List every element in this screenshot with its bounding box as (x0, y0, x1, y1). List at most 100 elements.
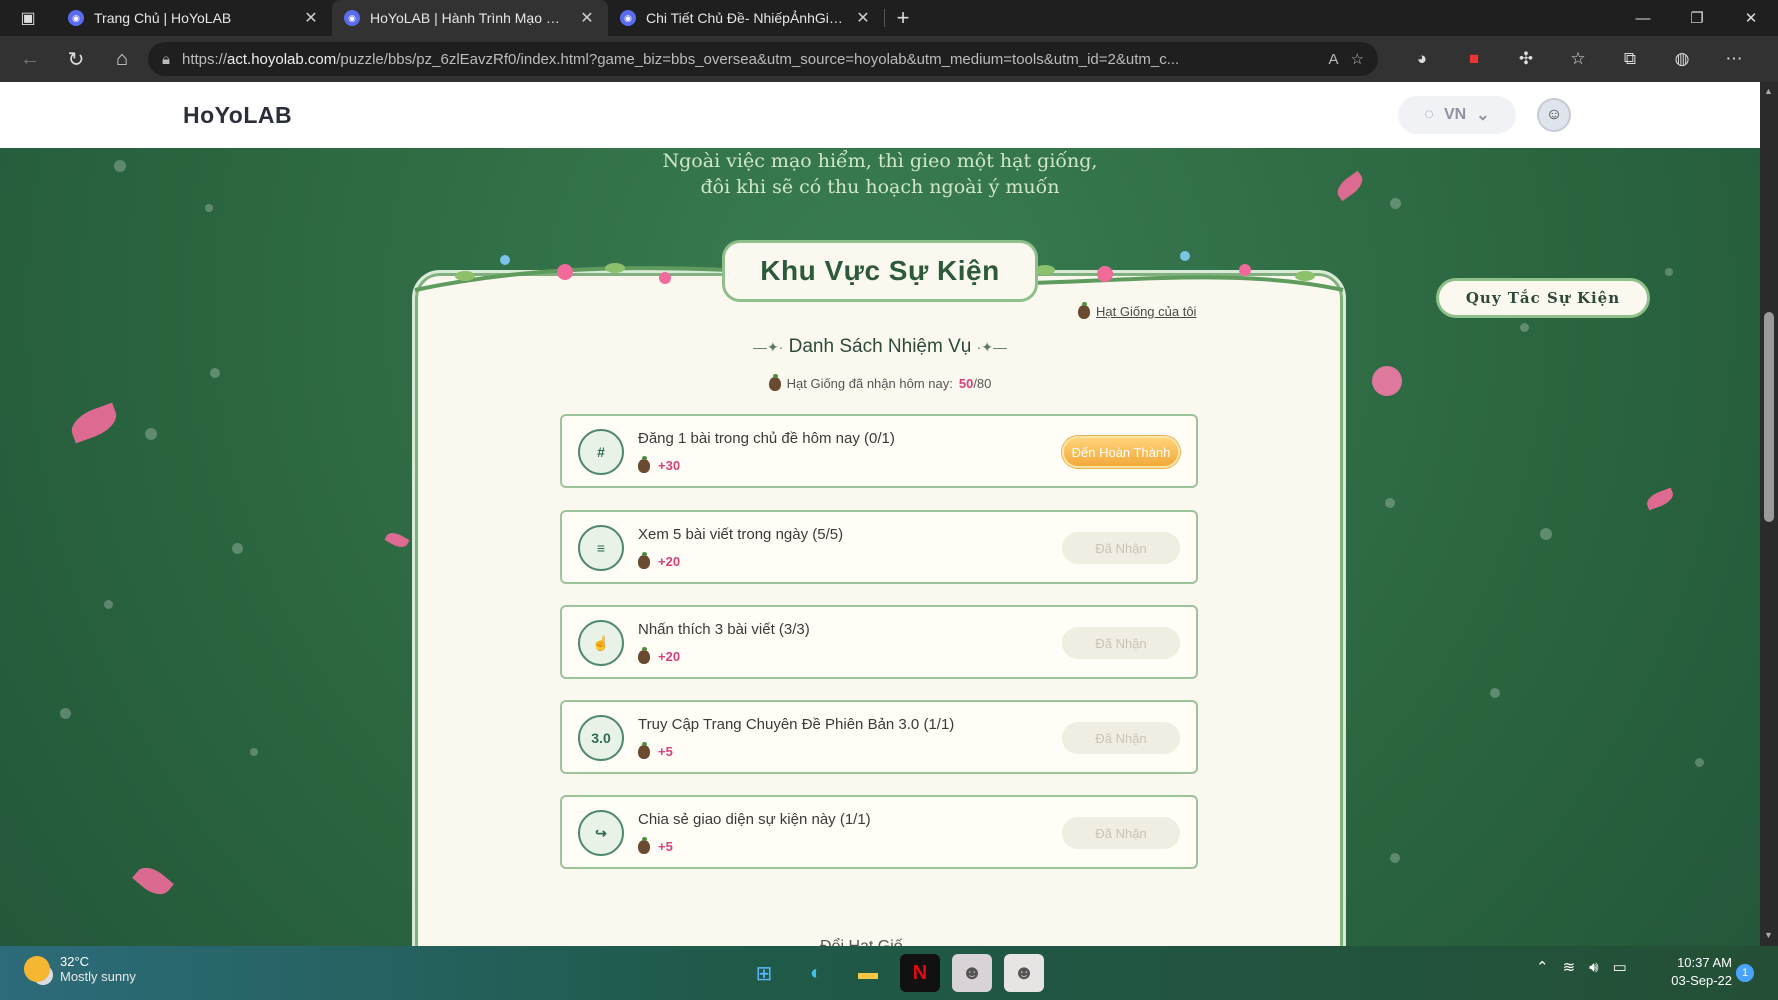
event-page: Ngoài việc mạo hiểm, thì gieo một hạt gi… (0, 148, 1760, 946)
hoyolab-favicon-icon: ◉ (620, 10, 636, 26)
minimize-icon[interactable]: — (1616, 0, 1670, 36)
tab-hanh-trinh[interactable]: ◉ HoYoLAB | Hành Trình Mạo Hiểm ✕ (332, 0, 608, 36)
task-reward: +20 (638, 646, 680, 664)
globe-icon: ◌ (1424, 106, 1434, 123)
hoyolab-favicon-icon: ◉ (68, 10, 84, 26)
page-scrollbar[interactable]: ▲ ▼ (1760, 82, 1778, 946)
share-icon: ↪ (578, 810, 624, 856)
task-reward: +5 (638, 741, 673, 759)
claimed-button: Đã Nhận (1062, 532, 1180, 564)
profile-avatar-icon[interactable]: ◍ (1660, 41, 1704, 77)
seeds-today-total: /80 (973, 376, 992, 391)
volume-icon[interactable]: 🔊︎ (1589, 959, 1598, 976)
reload-icon[interactable]: ↻ (56, 41, 96, 77)
address-bar[interactable]: 🔒︎ https://act.hoyolab.com/puzzle/bbs/pz… (148, 42, 1378, 76)
sparkle-dot (1540, 528, 1552, 540)
add-favorite-icon[interactable]: ☆ (1351, 50, 1364, 68)
security-extension-icon[interactable]: ■ (1452, 41, 1496, 77)
sunny-weather-icon (24, 956, 50, 982)
task-item: ↪ Chia sẻ giao diện sự kiện này (1/1) +5… (560, 795, 1198, 869)
task-reward-value: +20 (658, 554, 681, 569)
close-tab-icon[interactable]: ✕ (302, 8, 320, 28)
sparkle-dot (104, 600, 113, 609)
home-icon[interactable]: ⌂ (102, 41, 142, 77)
language-selector[interactable]: ◌ VN ⌄ (1398, 96, 1516, 134)
sparkle-dot (145, 428, 157, 440)
scroll-down-icon[interactable]: ▼ (1764, 930, 1773, 940)
clock-time: 10:37 AM (1677, 955, 1732, 970)
tab-title: Chi Tiết Chủ Đề- NhiếpẢnhGiaTe (646, 10, 844, 26)
weather-condition: Mostly sunny (60, 969, 136, 984)
url-host: act.hoyolab.com (227, 50, 337, 68)
close-window-icon[interactable]: ✕ (1724, 0, 1778, 36)
tab-title: HoYoLAB | Hành Trình Mạo Hiểm (370, 10, 568, 26)
collections-icon[interactable]: ⧉ (1608, 41, 1652, 77)
sparkle-dot (1385, 498, 1395, 508)
claimed-button: Đã Nhận (1062, 722, 1180, 754)
my-seeds-link[interactable]: Hạt Giống của tôi (1078, 301, 1196, 319)
file-explorer-icon[interactable]: ▬ (848, 954, 888, 992)
taskbar-clock[interactable]: 10:37 AM 03-Sep-22 (1652, 954, 1732, 990)
event-tagline: Ngoài việc mạo hiểm, thì gieo một hạt gi… (0, 148, 1760, 200)
claimed-button: Đã Nhận (1062, 817, 1180, 849)
app-icon[interactable]: ☻ (1004, 954, 1044, 992)
user-avatar[interactable]: ☺ (1537, 98, 1571, 132)
seed-icon (638, 836, 650, 854)
notification-badge[interactable]: 1 (1736, 964, 1754, 982)
tab-trang-chu[interactable]: ◉ Trang Chủ | HoYoLAB ✕ (56, 0, 332, 36)
task-reward: +5 (638, 836, 673, 854)
task-reward: +30 (638, 455, 681, 473)
event-rules-button[interactable]: Quy Tắc Sự Kiện (1436, 278, 1650, 318)
sparkle-dot (1695, 758, 1704, 767)
chevron-down-icon: ⌄ (1476, 107, 1490, 124)
task-reward-value: +30 (658, 458, 681, 473)
weather-widget[interactable]: 32°C Mostly sunny (24, 954, 136, 984)
windows-start-icon[interactable]: ⊞ (744, 954, 784, 992)
seeds-today-counter: Hạt Giống đã nhận hôm nay: 50/80 (0, 373, 1760, 391)
more-menu-icon[interactable]: ⋯ (1712, 41, 1756, 77)
extension-icon[interactable]: ◕ (1400, 41, 1444, 77)
task-name: Nhấn thích 3 bài viết (3/3) (638, 621, 810, 638)
netflix-icon[interactable]: N (900, 954, 940, 992)
back-arrow-icon[interactable]: ← (10, 41, 50, 77)
tab-actions-icon[interactable]: ▣ (0, 0, 56, 36)
new-tab-button[interactable]: + (885, 0, 921, 36)
sparkle-divider-icon: ·✦— (976, 339, 1008, 355)
close-tab-icon[interactable]: ✕ (854, 8, 872, 28)
extension-icons: ◕ ■ ✣ ☆ ⧉ ◍ ⋯ (1400, 41, 1756, 77)
clock-date: 03-Sep-22 (1671, 973, 1732, 988)
petal-decoration (1644, 487, 1676, 511)
task-item: 3.0 Truy Cập Trang Chuyên Đề Phiên Bản 3… (560, 700, 1198, 774)
post-topic-icon: # (578, 429, 624, 475)
task-list-title-text: Danh Sách Nhiệm Vụ (788, 336, 972, 357)
tagline-line-1: Ngoài việc mạo hiểm, thì gieo một hạt gi… (662, 150, 1098, 172)
sparkle-dot (205, 204, 213, 212)
app-icon[interactable]: ☻ (952, 954, 992, 992)
task-name: Chia sẻ giao diện sự kiện này (1/1) (638, 811, 871, 828)
scrollbar-thumb[interactable] (1764, 312, 1774, 522)
lock-icon[interactable]: 🔒︎ (162, 51, 170, 68)
battery-icon[interactable]: ▭ (1613, 958, 1627, 976)
browser-toolbar: ← ↻ ⌂ 🔒︎ https://act.hoyolab.com/puzzle/… (0, 36, 1778, 82)
favorites-icon[interactable]: ☆ (1556, 41, 1600, 77)
wifi-icon[interactable]: ≋ (1563, 958, 1576, 976)
url-text: https://act.hoyolab.com/puzzle/bbs/pz_6z… (182, 51, 1317, 68)
scroll-up-icon[interactable]: ▲ (1764, 86, 1773, 96)
hoyolab-logo[interactable]: HoYoLAB (183, 102, 292, 129)
edge-browser-icon[interactable]: ◐ (796, 954, 836, 992)
seed-icon (638, 455, 650, 473)
restore-icon[interactable]: ❐ (1670, 0, 1724, 36)
go-complete-button[interactable]: Đến Hoàn Thành (1062, 436, 1180, 468)
claimed-button: Đã Nhận (1062, 627, 1180, 659)
seed-icon (638, 551, 650, 569)
chevron-up-icon[interactable]: ⌃ (1536, 958, 1549, 976)
sparkle-dot (1390, 853, 1400, 863)
petal-decoration (132, 861, 174, 901)
close-tab-icon[interactable]: ✕ (578, 8, 596, 28)
tab-chi-tiet[interactable]: ◉ Chi Tiết Chủ Đề- NhiếpẢnhGiaTe ✕ (608, 0, 884, 36)
task-reward-value: +5 (658, 839, 673, 854)
read-aloud-icon[interactable]: A (1329, 51, 1339, 68)
url-path: /puzzle/bbs/pz_6zlEavzRf0/index.html?gam… (336, 50, 1180, 68)
extensions-puzzle-icon[interactable]: ✣ (1504, 41, 1548, 77)
seed-icon (768, 373, 781, 391)
